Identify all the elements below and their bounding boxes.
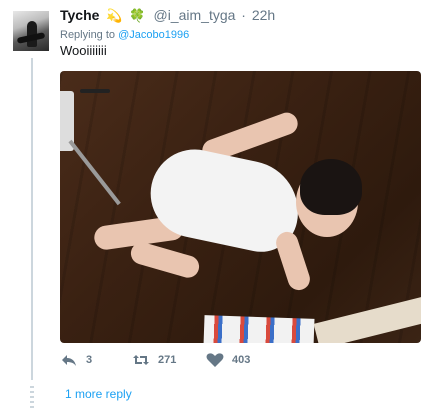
- timestamp[interactable]: 22h: [252, 7, 275, 23]
- wooden-board: [313, 294, 421, 343]
- tweet-header: Tyche 💫 🍀 @i_aim_tyga · 22h: [60, 6, 275, 25]
- retweet-icon: [133, 355, 149, 365]
- baby-hair: [300, 159, 362, 215]
- replying-prefix: Replying to: [60, 29, 116, 41]
- more-replies-link[interactable]: 1 more reply: [65, 387, 132, 401]
- baby-leg-2: [128, 239, 202, 281]
- reply-count: 3: [86, 354, 93, 366]
- newspaper: [203, 315, 315, 343]
- avatar[interactable]: [13, 11, 49, 51]
- display-name[interactable]: Tyche: [60, 7, 99, 23]
- dizzy-icon: 💫: [106, 8, 123, 23]
- clover-icon: 🍀: [129, 8, 146, 23]
- thread-line: [31, 58, 33, 380]
- reply-icon: [62, 355, 76, 366]
- cable: [80, 89, 110, 93]
- thread-dots: [30, 386, 34, 408]
- tweet-text: Wooiiiiiii: [60, 43, 107, 58]
- reply-button[interactable]: 3: [60, 352, 92, 368]
- replying-to-link[interactable]: @Jacobo1996: [118, 29, 189, 41]
- chair-leg: [68, 139, 121, 206]
- user-handle[interactable]: @i_aim_tyga: [153, 7, 235, 23]
- like-button[interactable]: 403: [206, 352, 250, 368]
- like-count: 403: [232, 354, 251, 366]
- heart-icon: [206, 353, 224, 367]
- tweet-media-photo[interactable]: [60, 71, 421, 343]
- replying-to: Replying to @Jacobo1996: [60, 29, 189, 41]
- baby-arm-2: [273, 229, 313, 293]
- retweet-button[interactable]: 271: [132, 352, 176, 368]
- retweet-count: 271: [158, 354, 177, 366]
- separator-dot: ·: [241, 7, 246, 23]
